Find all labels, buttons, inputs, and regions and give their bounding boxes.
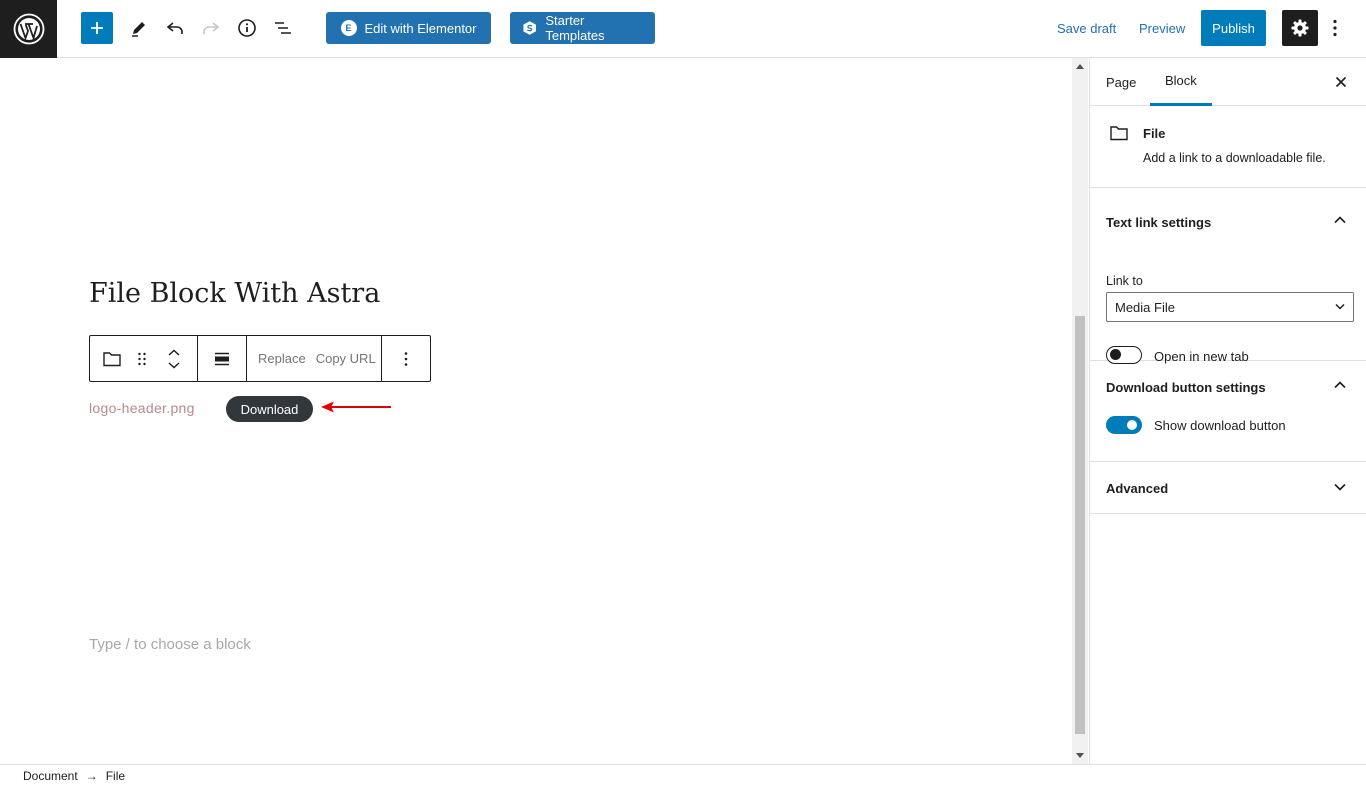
text-link-settings-title[interactable]: Text link settings xyxy=(1106,215,1211,230)
block-breadcrumb: Document → File xyxy=(0,764,1366,786)
editor-header: E Edit with Elementor Starter Templates … xyxy=(0,0,1366,58)
show-download-button-toggle[interactable] xyxy=(1106,416,1142,434)
settings-button[interactable] xyxy=(1282,10,1318,46)
more-vertical-icon xyxy=(1333,19,1337,37)
close-icon xyxy=(1335,76,1347,88)
sidebar-tabs: Page Block xyxy=(1090,58,1366,106)
block-toolbar-actions-group: Replace Copy URL xyxy=(247,336,382,381)
redo-icon xyxy=(203,22,220,34)
show-download-button-label: Show download button xyxy=(1154,418,1286,433)
undo-button[interactable] xyxy=(159,12,191,44)
undo-icon xyxy=(166,22,183,34)
folder-icon xyxy=(103,351,121,366)
breadcrumb-document[interactable]: Document xyxy=(23,769,78,783)
plus-icon xyxy=(91,22,103,34)
block-card: File Add a link to a downloadable file. xyxy=(1090,106,1366,188)
tools-button[interactable] xyxy=(123,12,155,44)
block-type-button[interactable] xyxy=(95,336,129,381)
drag-handle[interactable] xyxy=(129,336,155,381)
align-none-icon xyxy=(215,352,229,365)
block-toolbar: Replace Copy URL xyxy=(89,335,431,382)
move-block-controls xyxy=(155,336,193,381)
download-button-settings-title[interactable]: Download button settings xyxy=(1106,380,1266,395)
red-arrow-annotation xyxy=(321,401,391,413)
pencil-icon xyxy=(132,22,145,37)
wordpress-logo[interactable] xyxy=(0,0,57,58)
block-card-description: Add a link to a downloadable file. xyxy=(1143,151,1326,165)
post-title[interactable]: File Block With Astra xyxy=(89,278,380,309)
scroll-thumb[interactable] xyxy=(1075,316,1085,734)
drag-handle-icon xyxy=(138,352,146,365)
scroll-down-arrow-icon[interactable] xyxy=(1076,753,1084,758)
editor-canvas[interactable]: File Block With Astra Replace Copy URL l… xyxy=(0,58,1072,764)
elementor-icon: E xyxy=(340,20,357,36)
starter-templates-icon xyxy=(523,21,536,35)
chevron-up-icon[interactable] xyxy=(1334,381,1346,389)
more-vertical-icon xyxy=(404,351,408,366)
breadcrumb-file[interactable]: File xyxy=(106,769,125,783)
settings-sidebar: Page Block File Add a link to a download… xyxy=(1089,58,1366,764)
block-toolbar-parent-group xyxy=(90,336,198,381)
advanced-panel: Advanced xyxy=(1090,462,1366,514)
tab-block[interactable]: Block xyxy=(1150,58,1212,106)
add-block-button[interactable] xyxy=(81,12,113,44)
chevron-down-icon xyxy=(1335,303,1345,310)
chevron-up-icon[interactable] xyxy=(1334,216,1346,224)
folder-icon xyxy=(1110,126,1128,141)
file-link[interactable]: logo-header.png xyxy=(89,400,195,416)
download-button[interactable]: Download xyxy=(226,396,313,422)
options-menu-button[interactable] xyxy=(1325,12,1345,44)
advanced-title[interactable]: Advanced xyxy=(1106,481,1168,496)
block-card-title: File xyxy=(1143,126,1166,141)
scroll-up-arrow-icon[interactable] xyxy=(1076,64,1084,69)
gear-icon xyxy=(1291,19,1309,37)
chevron-up-icon[interactable] xyxy=(168,349,180,356)
list-view-button[interactable] xyxy=(267,12,299,44)
save-draft-button[interactable]: Save draft xyxy=(1057,12,1116,44)
details-button[interactable] xyxy=(231,12,263,44)
link-to-label: Link to xyxy=(1106,274,1143,288)
block-appender-placeholder[interactable]: Type / to choose a block xyxy=(89,636,251,653)
publish-button[interactable]: Publish xyxy=(1201,10,1266,46)
starter-templates-button[interactable]: Starter Templates xyxy=(510,12,655,44)
block-toolbar-align-group xyxy=(198,336,247,381)
tab-page[interactable]: Page xyxy=(1106,58,1136,106)
download-button-settings-panel: Download button settings Show download b… xyxy=(1090,361,1366,462)
chevron-down-icon[interactable] xyxy=(1334,483,1346,491)
toggle-knob xyxy=(1110,349,1121,360)
block-options-button[interactable] xyxy=(389,336,423,381)
align-button[interactable] xyxy=(205,336,239,381)
edit-with-elementor-button[interactable]: E Edit with Elementor xyxy=(326,12,491,44)
link-to-selected-value: Media File xyxy=(1115,299,1175,315)
text-link-settings-panel: Text link settings Link to Media File Op… xyxy=(1090,188,1366,364)
starter-templates-label: Starter Templates xyxy=(545,13,605,43)
edit-with-elementor-label: Edit with Elementor xyxy=(364,20,477,36)
close-sidebar-button[interactable] xyxy=(1333,74,1349,90)
list-view-icon xyxy=(275,22,291,34)
replace-button[interactable]: Replace xyxy=(253,351,311,366)
link-to-select[interactable]: Media File xyxy=(1106,292,1354,322)
canvas-scrollbar[interactable] xyxy=(1072,58,1088,764)
preview-button[interactable]: Preview xyxy=(1139,12,1185,44)
chevron-down-icon[interactable] xyxy=(168,361,180,369)
wordpress-icon xyxy=(13,13,44,45)
copy-url-button[interactable]: Copy URL xyxy=(311,351,381,366)
redo-button[interactable] xyxy=(195,12,227,44)
block-toolbar-more-group xyxy=(382,336,430,381)
toggle-knob xyxy=(1127,420,1137,430)
info-icon xyxy=(238,19,256,37)
breadcrumb-separator: → xyxy=(85,768,98,783)
